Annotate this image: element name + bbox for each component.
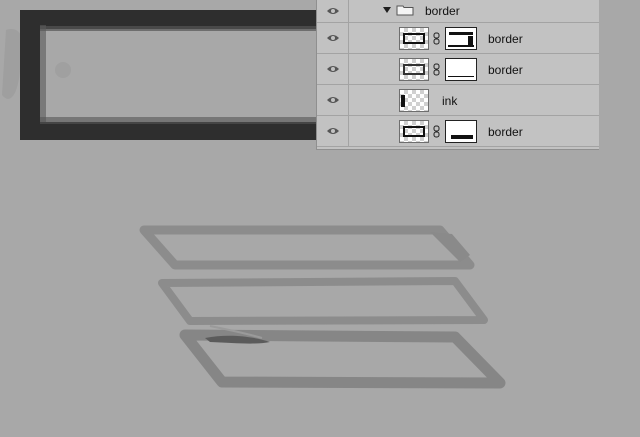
eye-icon	[326, 128, 339, 134]
visibility-toggle[interactable]	[317, 116, 349, 146]
brush-frame-3	[179, 325, 506, 389]
layer-row[interactable]: border	[317, 23, 599, 54]
visibility-toggle[interactable]	[317, 0, 349, 22]
link-chain-icon[interactable]	[433, 63, 440, 76]
layer-name: border	[488, 32, 523, 46]
eye-icon	[326, 97, 339, 103]
link-chain-icon[interactable]	[433, 125, 440, 138]
layer-thumbnail[interactable]	[399, 89, 429, 112]
layer-row[interactable]: border	[317, 116, 599, 147]
layer-mask-thumbnail[interactable]	[445, 58, 477, 81]
layer-name: border	[488, 63, 523, 77]
layer-row[interactable]: border	[317, 54, 599, 85]
folder-icon	[396, 5, 414, 16]
grunge-frame-large	[2, 10, 322, 140]
layer-thumbnail[interactable]	[399, 58, 429, 81]
group-name: border	[425, 4, 460, 18]
layer-thumbnail[interactable]	[399, 120, 429, 143]
visibility-toggle[interactable]	[317, 23, 349, 53]
layer-group-row[interactable]: border	[317, 0, 599, 23]
eye-icon	[326, 35, 339, 41]
layers-panel: border border border ink border	[316, 0, 599, 150]
eye-icon	[326, 8, 339, 14]
link-chain-icon[interactable]	[433, 32, 440, 45]
brush-frame-1	[139, 225, 475, 270]
layer-mask-thumbnail[interactable]	[445, 27, 477, 50]
eye-icon	[326, 66, 339, 72]
layer-name: ink	[442, 94, 458, 108]
layer-thumbnail[interactable]	[399, 27, 429, 50]
layer-row[interactable]: ink	[317, 85, 599, 116]
layer-mask-thumbnail[interactable]	[445, 120, 477, 143]
brush-frame-2	[158, 277, 488, 325]
layer-name: border	[488, 125, 523, 139]
visibility-toggle[interactable]	[317, 54, 349, 84]
visibility-toggle[interactable]	[317, 85, 349, 115]
caret-down-icon[interactable]	[383, 7, 391, 13]
